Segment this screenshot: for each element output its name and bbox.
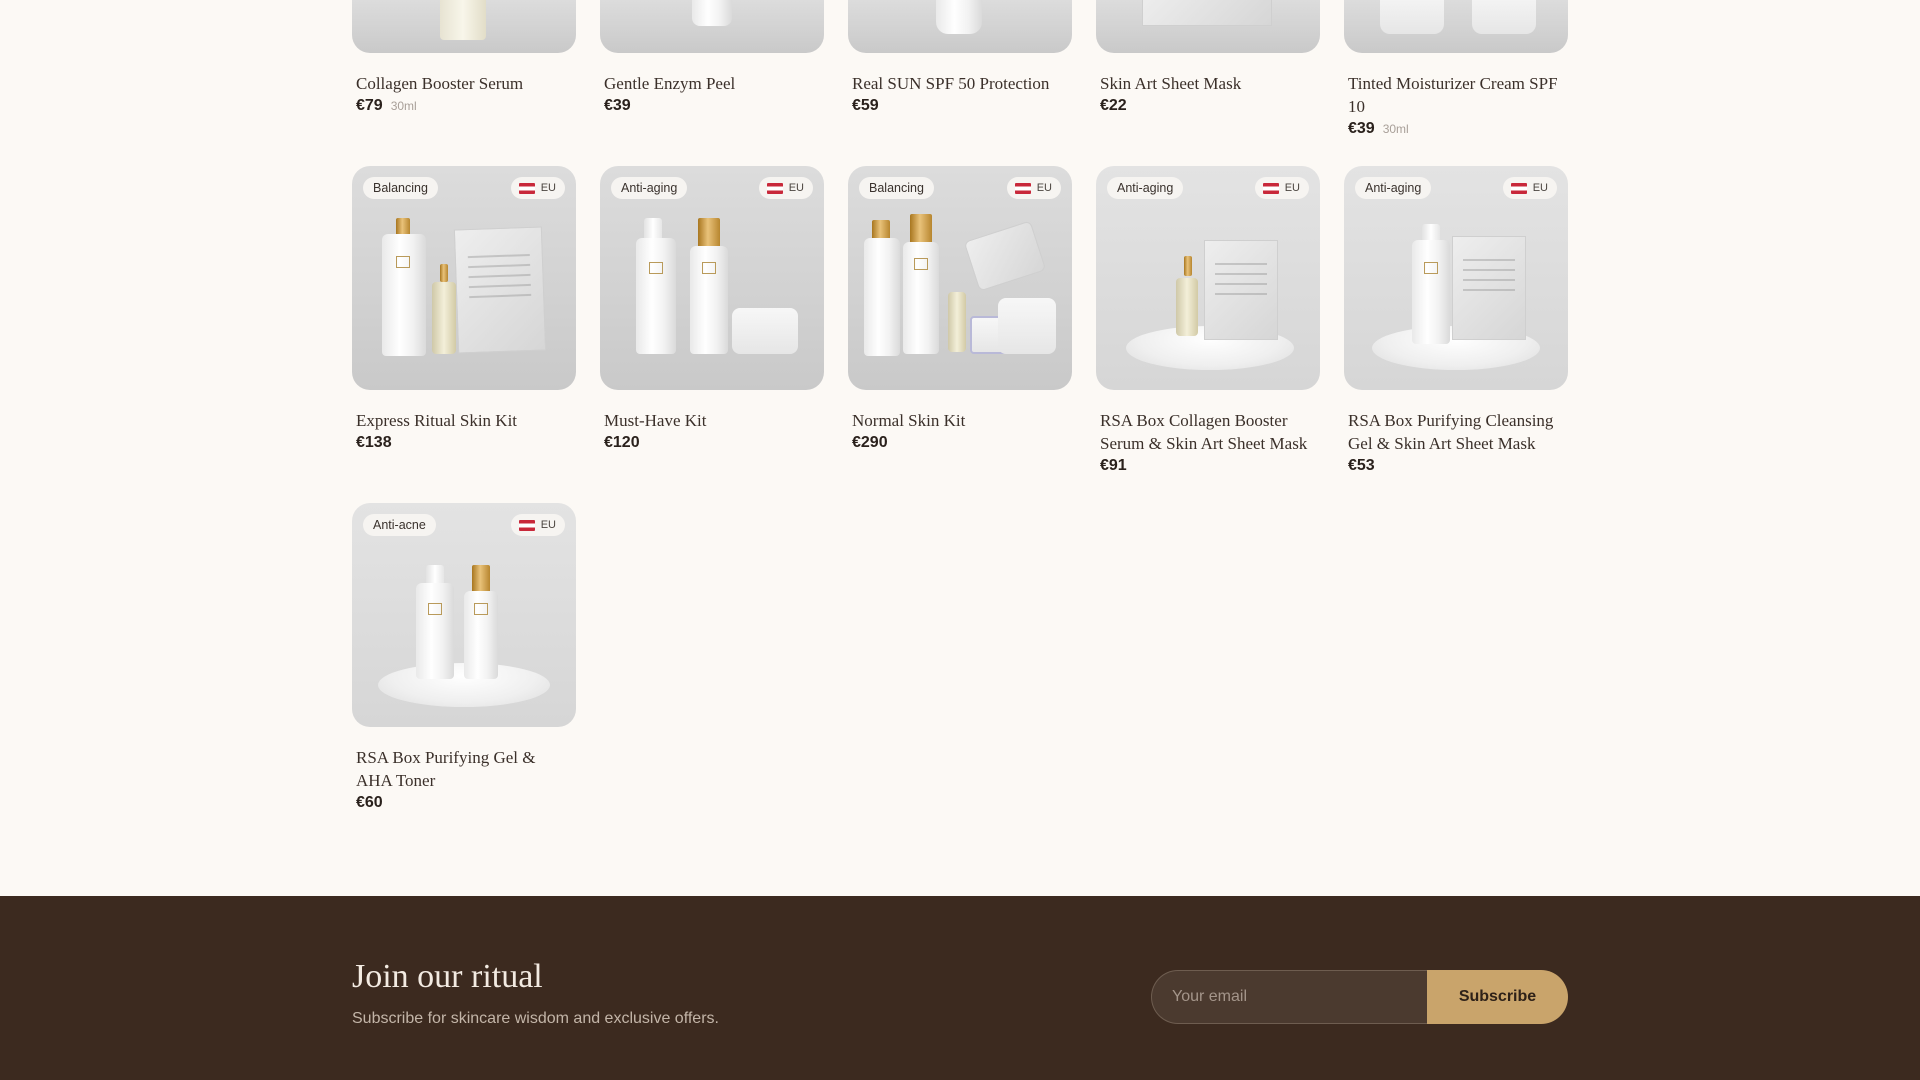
product-image[interactable]: Anti-aging EU	[600, 166, 824, 390]
product-card[interactable]: Tinted Moisturizer Cream SPF 10 €39 30ml	[1344, 0, 1568, 138]
product-image[interactable]	[1096, 0, 1320, 53]
product-price: €39 30ml	[1348, 120, 1564, 138]
product-name[interactable]: RSA Box Collagen Booster Serum & Skin Ar…	[1100, 409, 1316, 455]
region-badge: EU	[1254, 177, 1309, 199]
product-card[interactable]: Skin Art Sheet Mask €22	[1096, 0, 1320, 138]
austria-flag-icon	[1014, 182, 1031, 194]
product-image[interactable]: Anti-aging EU	[1096, 166, 1320, 390]
region-label: EU	[1532, 182, 1548, 194]
product-image[interactable]: Anti-aging EU	[1344, 166, 1568, 390]
product-row: Balancing EU Express Ritual Skin Kit €13…	[352, 166, 1568, 475]
region-badge: EU	[510, 514, 565, 536]
category-tag: Balancing	[363, 177, 438, 199]
product-name[interactable]: Real SUN SPF 50 Protection	[852, 72, 1068, 95]
category-tag: Anti-aging	[1355, 177, 1432, 199]
product-name[interactable]: Tinted Moisturizer Cream SPF 10	[1348, 72, 1564, 118]
product-name[interactable]: Skin Art Sheet Mask	[1100, 72, 1316, 95]
product-name[interactable]: RSA Box Purifying Gel & AHA Toner	[356, 746, 572, 792]
price-value: €120	[604, 434, 640, 451]
product-card[interactable]: Anti-acne EU RSA Box Purifying Gel & AHA…	[352, 503, 576, 812]
region-label: EU	[540, 519, 556, 531]
price-value: €22	[1100, 97, 1127, 114]
product-image[interactable]	[600, 0, 824, 53]
product-card[interactable]: Collagen Booster Serum €79 30ml	[352, 0, 576, 138]
product-price: €39	[604, 97, 820, 115]
region-badge: EU	[1006, 177, 1061, 199]
product-card[interactable]: Anti-aging EU Must-Have Kit €120	[600, 166, 824, 475]
product-card[interactable]: Real SUN SPF 50 Protection €59	[848, 0, 1072, 138]
product-price: €79 30ml	[356, 97, 572, 115]
region-badge: EU	[510, 177, 565, 199]
austria-flag-icon	[766, 182, 783, 194]
product-image[interactable]: Anti-acne EU	[352, 503, 576, 727]
product-price: €290	[852, 434, 1068, 452]
product-name[interactable]: Must-Have Kit	[604, 409, 820, 432]
price-value: €53	[1348, 457, 1375, 474]
price-value: €290	[852, 434, 888, 451]
austria-flag-icon	[1262, 182, 1279, 194]
product-name[interactable]: Express Ritual Skin Kit	[356, 409, 572, 432]
category-tag: Balancing	[859, 177, 934, 199]
price-value: €39	[604, 97, 631, 114]
category-tag: Anti-aging	[1107, 177, 1184, 199]
price-value: €138	[356, 434, 392, 451]
product-price: €120	[604, 434, 820, 452]
newsletter-title: Join our ritual	[352, 958, 543, 995]
product-card[interactable]: Balancing EU Express Ritual Skin Kit €13…	[352, 166, 576, 475]
price-value: €79	[356, 97, 383, 114]
price-value: €60	[356, 794, 383, 811]
product-image[interactable]	[848, 0, 1072, 53]
product-name[interactable]: Gentle Enzym Peel	[604, 72, 820, 95]
product-image[interactable]: Balancing EU	[848, 166, 1072, 390]
product-name[interactable]: RSA Box Purifying Cleansing Gel & Skin A…	[1348, 409, 1564, 455]
product-card[interactable]: Anti-aging EU RSA Box Collagen Booster S…	[1096, 166, 1320, 475]
price-value: €91	[1100, 457, 1127, 474]
price-value: €59	[852, 97, 879, 114]
product-card[interactable]: Anti-aging EU RSA Box Purifying Cleansin…	[1344, 166, 1568, 475]
product-volume: 30ml	[1382, 122, 1409, 136]
region-label: EU	[540, 182, 556, 194]
price-value: €39	[1348, 120, 1375, 137]
product-price: €60	[356, 794, 572, 812]
product-name[interactable]: Collagen Booster Serum	[356, 72, 572, 95]
product-price: €138	[356, 434, 572, 452]
category-tag: Anti-aging	[611, 177, 688, 199]
product-price: €53	[1348, 457, 1564, 475]
product-row: Anti-acne EU RSA Box Purifying Gel & AHA…	[352, 503, 576, 812]
austria-flag-icon	[1510, 182, 1527, 194]
region-label: EU	[1036, 182, 1052, 194]
austria-flag-icon	[518, 182, 535, 194]
product-row: Collagen Booster Serum €79 30ml Gentle En…	[352, 0, 1568, 138]
product-card[interactable]: Gentle Enzym Peel €39	[600, 0, 824, 138]
subscribe-button[interactable]: Subscribe	[1427, 970, 1568, 1024]
product-price: €22	[1100, 97, 1316, 115]
region-badge: EU	[758, 177, 813, 199]
product-volume: 30ml	[390, 99, 417, 113]
product-card[interactable]: Balancing EU Normal Skin Kit €290	[848, 166, 1072, 475]
product-price: €91	[1100, 457, 1316, 475]
newsletter-subtitle: Subscribe for skincare wisdom and exclus…	[352, 1010, 719, 1027]
email-input[interactable]	[1151, 970, 1427, 1024]
region-badge: EU	[1502, 177, 1557, 199]
product-name[interactable]: Normal Skin Kit	[852, 409, 1068, 432]
region-label: EU	[788, 182, 804, 194]
product-price: €59	[852, 97, 1068, 115]
product-image[interactable]	[1344, 0, 1568, 53]
product-image[interactable]: Balancing EU	[352, 166, 576, 390]
category-tag: Anti-acne	[363, 514, 436, 536]
newsletter-footer: Join our ritual Subscribe for skincare w…	[0, 896, 1920, 1080]
region-label: EU	[1284, 182, 1300, 194]
austria-flag-icon	[518, 519, 535, 531]
product-image[interactable]	[352, 0, 576, 53]
